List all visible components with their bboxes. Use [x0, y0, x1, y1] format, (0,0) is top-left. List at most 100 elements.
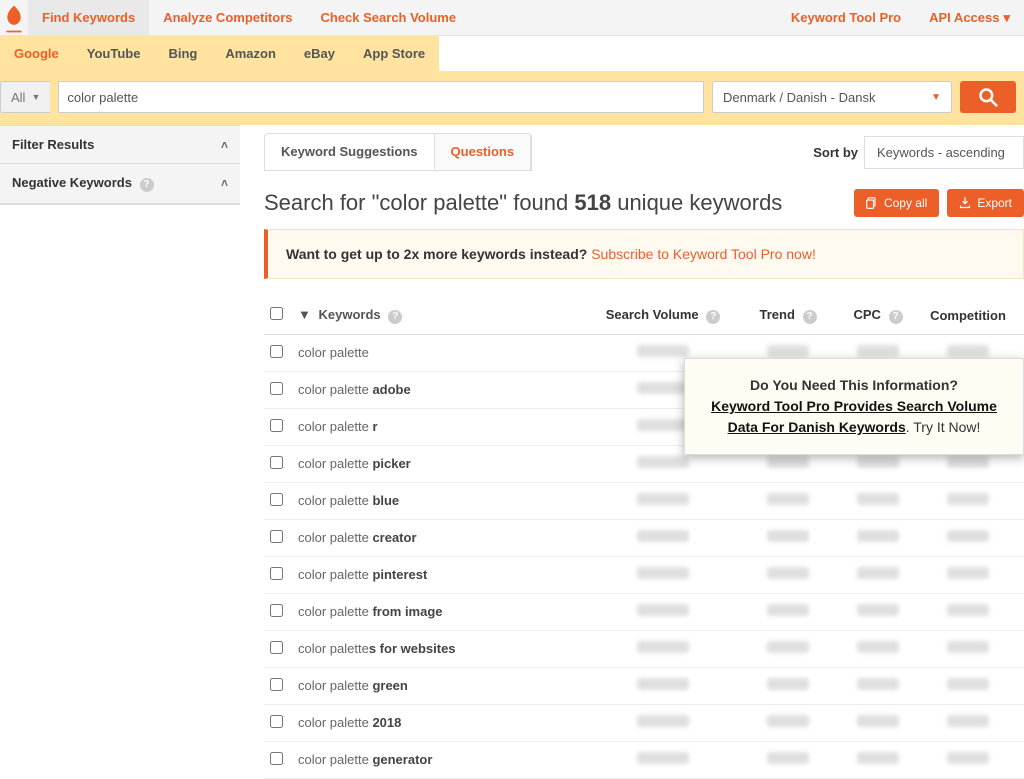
tab-youtube[interactable]: YouTube — [73, 36, 155, 71]
competition-cell — [918, 493, 1018, 508]
callout-body: Keyword Tool Pro Provides Search Volume … — [707, 396, 1001, 438]
sort-label: Sort by — [813, 145, 858, 160]
chevron-down-icon: ▾ — [1003, 10, 1010, 26]
keyword-cell: color palette from image — [298, 604, 588, 619]
row-checkbox[interactable] — [270, 419, 283, 432]
keyword-cell: color palettes for websites — [298, 641, 588, 656]
filter-results-toggle[interactable]: Filter Results ˄ — [0, 126, 240, 164]
row-checkbox[interactable] — [270, 604, 283, 617]
logo-icon — [4, 5, 24, 33]
table-row: color palette from image — [264, 594, 1024, 631]
chevron-down-icon: ▼ — [31, 92, 40, 102]
filter-results-label: Filter Results — [12, 137, 94, 152]
competition-cell — [918, 641, 1018, 656]
keyword-cell: color palette — [298, 345, 588, 360]
nav-api-access[interactable]: API Access ▾ — [915, 0, 1024, 35]
row-checkbox[interactable] — [270, 678, 283, 691]
cpc-cell — [838, 678, 918, 693]
row-checkbox[interactable] — [270, 530, 283, 543]
competition-cell — [918, 678, 1018, 693]
select-all-checkbox[interactable] — [270, 307, 283, 320]
nav-api-access-label: API Access — [929, 10, 999, 25]
tab-keyword-suggestions[interactable]: Keyword Suggestions — [265, 134, 435, 170]
nav-analyze-competitors[interactable]: Analyze Competitors — [149, 0, 306, 35]
competition-cell — [918, 715, 1018, 730]
table-row: color palette creator — [264, 520, 1024, 557]
content-tabs: Keyword Suggestions Questions — [264, 133, 532, 171]
search-volume-cell — [588, 530, 738, 545]
export-button[interactable]: Export — [947, 189, 1024, 217]
location-select-label: Denmark / Danish - Dansk — [723, 90, 875, 105]
tab-appstore[interactable]: App Store — [349, 36, 439, 71]
col-trend[interactable]: Trend ? — [738, 307, 838, 324]
category-select[interactable]: All ▼ — [0, 81, 50, 113]
cpc-cell — [838, 493, 918, 508]
keyword-cell: color palette r — [298, 419, 588, 434]
competition-cell — [918, 530, 1018, 545]
trend-cell — [738, 752, 838, 767]
promo-link[interactable]: Subscribe to Keyword Tool Pro now! — [591, 246, 816, 262]
col-cpc[interactable]: CPC ? — [838, 307, 918, 324]
row-checkbox[interactable] — [270, 345, 283, 358]
nav-find-keywords[interactable]: Find Keywords — [28, 0, 149, 35]
search-volume-cell — [588, 752, 738, 767]
competition-cell — [918, 567, 1018, 582]
chevron-up-icon: ˄ — [221, 176, 228, 190]
search-volume-cell — [588, 493, 738, 508]
chevron-up-icon: ˄ — [221, 138, 228, 152]
nav-pro[interactable]: Keyword Tool Pro — [777, 0, 915, 35]
tab-ebay[interactable]: eBay — [290, 36, 349, 71]
location-select[interactable]: Denmark / Danish - Dansk ▼ — [712, 81, 952, 113]
row-checkbox[interactable] — [270, 641, 283, 654]
help-icon: ? — [140, 178, 154, 192]
cpc-cell — [838, 641, 918, 656]
copy-all-button[interactable]: Copy all — [854, 189, 939, 217]
sort-select[interactable]: Keywords - ascending — [864, 136, 1024, 169]
row-checkbox[interactable] — [270, 567, 283, 580]
keyword-cell: color palette adobe — [298, 382, 588, 397]
top-bar: Find Keywords Analyze Competitors Check … — [0, 0, 1024, 36]
search-button[interactable] — [960, 81, 1016, 113]
col-search-volume[interactable]: Search Volume ? — [588, 307, 738, 324]
trend-cell — [738, 493, 838, 508]
competition-cell — [918, 456, 1018, 471]
cpc-cell — [838, 567, 918, 582]
tab-bing[interactable]: Bing — [154, 36, 211, 71]
search-volume-cell — [588, 456, 738, 471]
cpc-cell — [838, 456, 918, 471]
promo-banner: Want to get up to 2x more keywords inste… — [264, 229, 1024, 279]
callout-heading: Do You Need This Information? — [707, 375, 1001, 396]
search-volume-cell — [588, 567, 738, 582]
keyword-cell: color palette green — [298, 678, 588, 693]
source-tabs: Google YouTube Bing Amazon eBay App Stor… — [0, 36, 1024, 71]
row-checkbox[interactable] — [270, 493, 283, 506]
col-keywords[interactable]: ▼ Keywords ? — [298, 307, 588, 324]
competition-cell — [918, 752, 1018, 767]
topnav-left: Find Keywords Analyze Competitors Check … — [28, 0, 470, 35]
tab-spacer — [439, 36, 1024, 71]
chevron-down-icon: ▼ — [931, 92, 941, 103]
cpc-cell — [838, 752, 918, 767]
row-checkbox[interactable] — [270, 715, 283, 728]
trend-cell — [738, 641, 838, 656]
table-row: color palettes for websites — [264, 631, 1024, 668]
filters-accordion: Filter Results ˄ Negative Keywords ? ˄ — [0, 125, 240, 205]
row-checkbox[interactable] — [270, 382, 283, 395]
col-competition[interactable]: Competition — [918, 308, 1018, 323]
upsell-callout: Do You Need This Information? Keyword To… — [684, 358, 1024, 455]
logo[interactable] — [0, 0, 28, 35]
row-checkbox[interactable] — [270, 752, 283, 765]
keyword-cell: color palette pinterest — [298, 567, 588, 582]
tab-amazon[interactable]: Amazon — [211, 36, 290, 71]
row-checkbox[interactable] — [270, 456, 283, 469]
table-row: color palette generator — [264, 742, 1024, 779]
negative-keywords-toggle[interactable]: Negative Keywords ? ˄ — [0, 164, 240, 204]
tab-questions[interactable]: Questions — [435, 134, 532, 170]
keyword-input[interactable] — [58, 81, 704, 113]
search-volume-cell — [588, 641, 738, 656]
trend-cell — [738, 604, 838, 619]
nav-check-search-volume[interactable]: Check Search Volume — [307, 0, 471, 35]
results-header: Search for "color palette" found 518 uni… — [264, 189, 1024, 217]
tab-google[interactable]: Google — [0, 36, 73, 71]
keyword-cell: color palette blue — [298, 493, 588, 508]
